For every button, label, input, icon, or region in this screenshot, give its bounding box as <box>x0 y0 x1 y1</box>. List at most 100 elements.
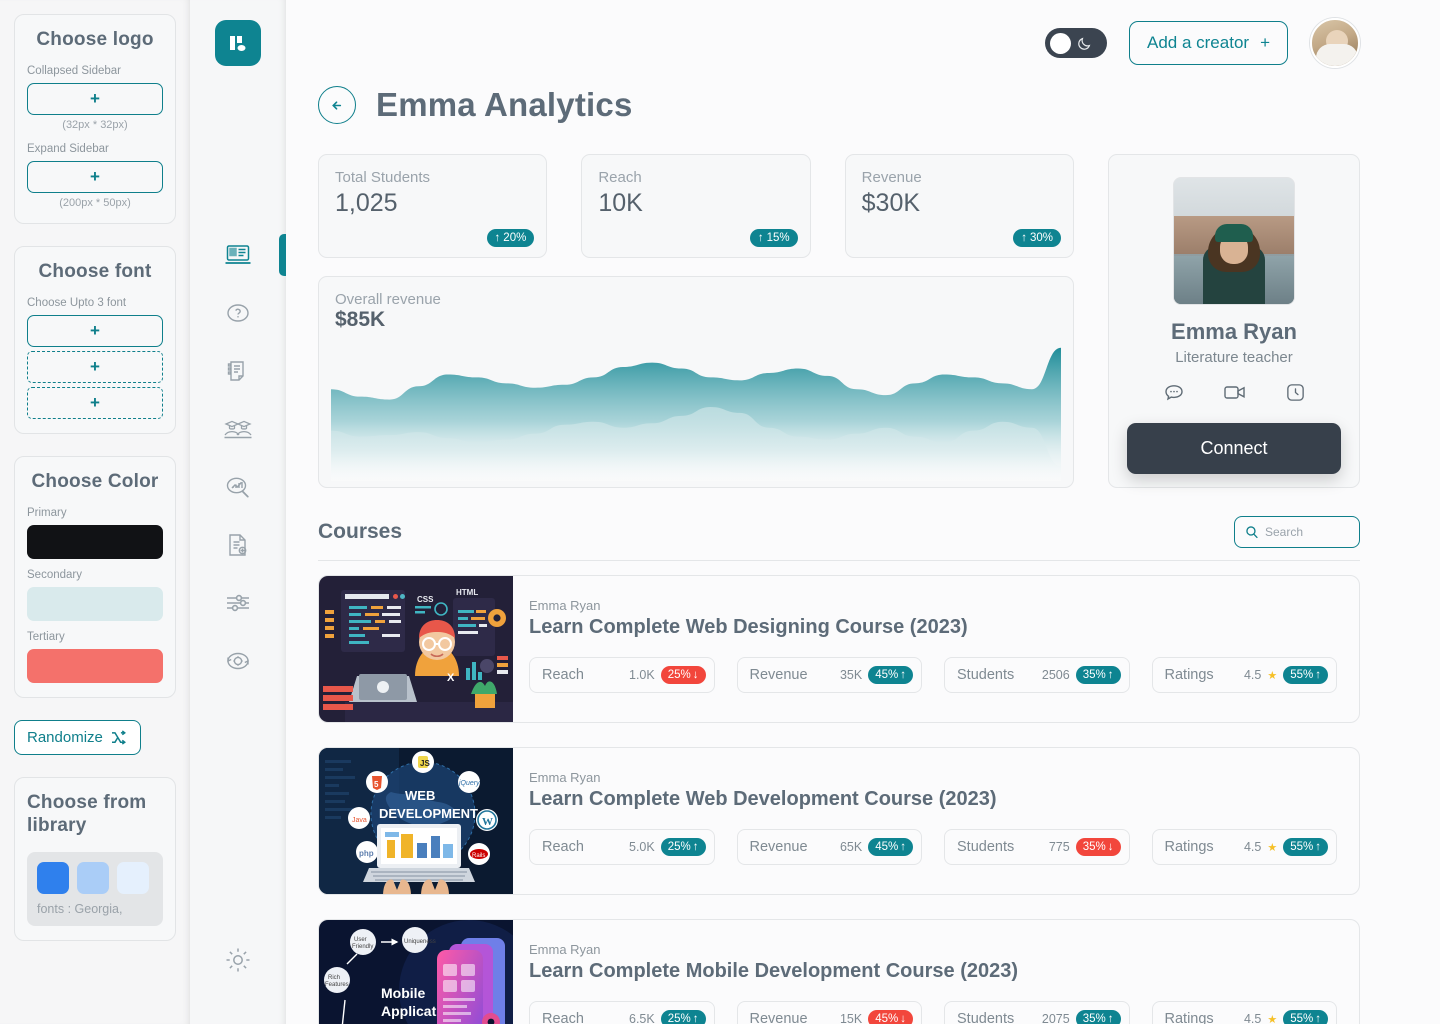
back-button[interactable] <box>318 86 356 124</box>
sidebar-item-help[interactable] <box>190 284 286 342</box>
connect-button[interactable]: Connect <box>1127 423 1341 474</box>
font-slot-2-button[interactable]: + <box>27 351 163 383</box>
app-logo[interactable] <box>215 20 261 66</box>
kpi-label: Total Students <box>335 169 431 186</box>
arrow-up-icon: ↑ <box>1021 232 1027 244</box>
metric-delta-value: 25% <box>667 669 691 681</box>
sidebar-item-dashboard[interactable] <box>190 226 286 284</box>
metric-delta-value: 55% <box>1290 1013 1314 1024</box>
course-title: Learn Complete Mobile Development Course… <box>529 960 1019 982</box>
choose-from-library-card: Choose from library fonts : Georgia, <box>14 777 176 941</box>
stats-left-column: Total Students 1,025 ↑ 20% Reach 10K ↑ 1… <box>318 154 1074 488</box>
library-color-1 <box>37 861 69 894</box>
arrow-up-icon: ↑ <box>494 232 501 244</box>
course-card[interactable]: User Friendly Uniqueness Rich Features F… <box>318 919 1360 1024</box>
randomize-button[interactable]: Randomize <box>14 720 141 755</box>
chat-icon[interactable] <box>1163 382 1185 409</box>
arrow-up-icon: ↑ <box>757 232 764 244</box>
svg-text:Java: Java <box>352 817 367 824</box>
sidebar-item-sync-settings[interactable] <box>190 632 286 690</box>
choose-font-card: Choose font Choose Upto 3 font + + + <box>14 246 176 434</box>
collapsed-sidebar-label: Collapsed Sidebar <box>27 65 121 77</box>
metric-label: Revenue <box>749 839 808 855</box>
creator-photo <box>1173 177 1295 305</box>
clock-icon[interactable] <box>1285 382 1306 409</box>
metric-label: Ratings <box>1164 839 1214 855</box>
stats-row: Total Students 1,025 ↑ 20% Reach 10K ↑ 1… <box>300 154 1360 488</box>
course-metrics: Reach 6.5K 25% ↑ Revenue 15K 45% ↓ Stude… <box>529 1001 1337 1024</box>
metric-right: 35K 45% ↑ <box>840 666 913 684</box>
star-icon: ★ <box>1267 669 1278 682</box>
kpi-card: Revenue $30K ↑ 30% <box>844 154 1074 258</box>
metric-delta-badge: 55% ↑ <box>1283 1010 1328 1024</box>
metric-value: 4.5 <box>1243 668 1262 682</box>
metric-value: 65K <box>839 840 863 854</box>
course-body: Emma Ryan Learn Complete Web Development… <box>529 748 1359 894</box>
course-card[interactable]: JS 5 jQuery Java W php Rails WEB DEVELOP… <box>318 747 1360 895</box>
metric-delta-badge: 25% ↑ <box>660 1010 706 1024</box>
metric-right: 4.5 ★ 55% ↑ <box>1244 666 1328 684</box>
kpi-cards: Total Students 1,025 ↑ 20% Reach 10K ↑ 1… <box>318 154 1074 258</box>
revenue-area-chart <box>331 347 1061 481</box>
settings-gear-icon <box>226 948 250 972</box>
secondary-color-swatch[interactable] <box>27 587 163 621</box>
add-creator-button[interactable]: Add a creator + <box>1129 21 1288 65</box>
sidebar-item-analytics[interactable] <box>190 458 286 516</box>
collapsed-logo-upload-button[interactable]: + <box>27 83 163 115</box>
metric-value: 35K <box>839 668 863 682</box>
metric-delta-value: 45% <box>875 1013 899 1024</box>
course-card[interactable]: CSS HTML X Emma Ryan Learn Complete Web … <box>318 575 1360 723</box>
sidebar-item-documents[interactable] <box>190 516 286 574</box>
creator-name: Emma Ryan <box>1171 319 1297 344</box>
page-header: Emma Analytics <box>300 86 1360 154</box>
choose-color-card: Choose Color Primary Secondary Tertiary <box>14 456 176 698</box>
user-avatar[interactable] <box>1310 18 1360 68</box>
logo-mark-icon <box>230 36 246 51</box>
metric-value: 15K <box>839 1012 863 1024</box>
shuffle-icon <box>111 730 126 745</box>
course-thumbnail: User Friendly Uniqueness Rich Features F… <box>319 920 513 1024</box>
metric-label: Students <box>957 667 1015 683</box>
icon-sidebar <box>190 0 286 1024</box>
web-development-illustration: JS 5 jQuery Java W php Rails WEB DEVELOP… <box>319 748 513 894</box>
metric-right: 6.5K 25% ↑ <box>629 1010 706 1024</box>
search-input[interactable]: Search <box>1234 516 1360 548</box>
main-content: Add a creator + Emma Analytics Total Stu… <box>286 0 1440 1024</box>
chart-header: Overall revenue $85K <box>319 291 1073 332</box>
expand-logo-upload-button[interactable]: + <box>27 161 163 193</box>
svg-text:Features: Features <box>325 982 349 988</box>
kpi-delta-badge: ↑ 15% <box>749 229 798 247</box>
metric-reach: Reach 1.0K 25% ↓ <box>529 657 715 693</box>
metric-right: 65K 45% ↑ <box>840 838 913 856</box>
library-preset-item[interactable]: fonts : Georgia, <box>27 851 163 926</box>
sidebar-item-clipboard[interactable] <box>190 342 286 400</box>
metric-ratings: Ratings 4.5 ★ 55% ↑ <box>1151 657 1337 693</box>
primary-color-label: Primary <box>27 507 67 519</box>
svg-text:JS: JS <box>420 759 430 768</box>
sidebar-item-graduates[interactable] <box>190 400 286 458</box>
metric-revenue: Revenue 15K 45% ↓ <box>736 1001 922 1024</box>
metric-students: Students 775 35% ↓ <box>944 829 1130 865</box>
choose-from-library-title: Choose from library <box>27 792 147 836</box>
library-color-2 <box>77 861 109 894</box>
sidebar-item-filters[interactable] <box>190 574 286 632</box>
kpi-value: 10K <box>598 189 643 217</box>
help-icon <box>227 304 249 322</box>
tertiary-color-swatch[interactable] <box>27 649 163 683</box>
arrow-up-icon: ↑ <box>1315 669 1321 681</box>
expand-sidebar-label: Expand Sidebar <box>27 143 109 155</box>
font-slot-3-button[interactable]: + <box>27 387 163 419</box>
photo-beanie <box>1215 224 1253 242</box>
metric-right: 4.5 ★ 55% ↑ <box>1244 1010 1328 1024</box>
svg-text:Rich: Rich <box>328 975 340 981</box>
theme-toggle[interactable] <box>1045 28 1107 58</box>
search-placeholder: Search <box>1265 525 1304 539</box>
primary-color-swatch[interactable] <box>27 525 163 559</box>
arrow-up-icon: ↑ <box>692 1013 699 1024</box>
sidebar-item-settings[interactable] <box>190 946 286 974</box>
font-slot-1-button[interactable]: + <box>27 315 163 347</box>
arrow-down-icon: ↓ <box>900 1013 906 1024</box>
metric-ratings: Ratings 4.5 ★ 55% ↑ <box>1151 1001 1337 1024</box>
arrow-up-icon: ↑ <box>900 669 906 681</box>
video-icon[interactable] <box>1223 382 1247 409</box>
